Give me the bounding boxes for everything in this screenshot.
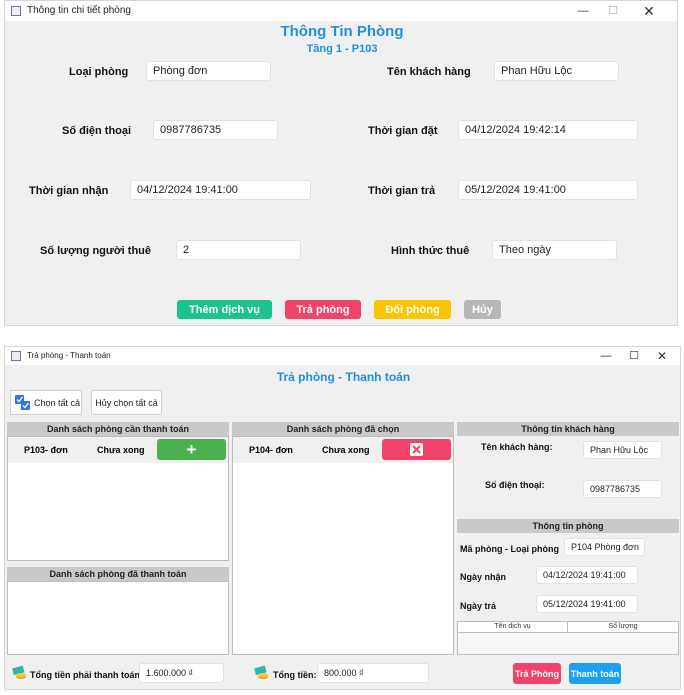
phone-field[interactable]: 0987786735 bbox=[153, 120, 278, 140]
pending-rooms-header: Danh sách phòng cần thanh toán bbox=[7, 422, 229, 436]
paid-rooms-list bbox=[7, 581, 229, 655]
money-icon bbox=[254, 665, 270, 686]
room-code: P104- đơn bbox=[249, 445, 293, 455]
customer-name-label: Tên khách hàng: bbox=[481, 442, 553, 452]
checkbox-icon bbox=[14, 394, 31, 411]
room-code-field[interactable]: P104 Phòng đơn bbox=[564, 538, 645, 556]
checkin-time-field[interactable]: 04/12/2024 19:41:00 bbox=[130, 180, 311, 200]
close-icon[interactable]: ✕ bbox=[648, 347, 676, 365]
checkout-time-label: Thời gian trả bbox=[368, 185, 436, 197]
must-pay-field[interactable]: 1.600.000 ₫ bbox=[139, 663, 224, 683]
deselect-all-button[interactable]: Hủy chọn tất cả bbox=[91, 390, 162, 415]
customer-name-label: Tên khách hàng bbox=[387, 66, 471, 78]
booking-time-label: Thời gian đặt bbox=[368, 125, 438, 137]
rent-type-field[interactable]: Theo ngày bbox=[492, 240, 617, 260]
total-label: Tổng tiền: bbox=[273, 670, 317, 680]
customer-phone-label: Số điện thoại: bbox=[485, 480, 545, 490]
add-service-button[interactable]: Thêm dịch vụ bbox=[177, 300, 272, 319]
room-info-header: Thông tin phòng bbox=[457, 519, 679, 533]
services-table: Tên dịch vụ Số lượng bbox=[457, 621, 679, 655]
room-detail-window: Thông tin chi tiết phòng — ☐ ✕ Thông Tin… bbox=[4, 0, 678, 326]
add-room-button[interactable]: + bbox=[157, 439, 226, 460]
room-status: Chưa xong bbox=[322, 445, 370, 455]
selected-rooms-header: Danh sách phòng đã chọn bbox=[232, 422, 454, 436]
page-title: Trả phòng - Thanh toán bbox=[276, 370, 411, 384]
paid-rooms-header: Danh sách phòng đã thanh toán bbox=[7, 567, 229, 581]
payment-window: Trả phòng - Thanh toán — ☐ ✕ Trả phòng -… bbox=[4, 346, 681, 690]
remove-room-button[interactable] bbox=[382, 439, 451, 460]
guest-count-label: Số lượng người thuê bbox=[40, 245, 152, 257]
page-title: Thông Tin Phòng bbox=[280, 23, 404, 40]
pay-button[interactable]: Thanh toán bbox=[569, 663, 621, 684]
room-code-label: Mã phòng - Loại phòng bbox=[460, 544, 559, 554]
checkout-button[interactable]: Trả phòng bbox=[285, 300, 361, 319]
room-detail-titlebar: Thông tin chi tiết phòng — ☐ ✕ bbox=[5, 1, 677, 21]
booking-time-field[interactable]: 04/12/2024 19:42:14 bbox=[458, 120, 638, 140]
minimize-icon[interactable]: — bbox=[569, 1, 597, 21]
plus-icon: + bbox=[186, 439, 197, 459]
close-icon bbox=[410, 443, 423, 456]
checkin-time-label: Thời gian nhận bbox=[29, 185, 109, 197]
payment-titlebar: Trả phòng - Thanh toán — ☐ ✕ bbox=[5, 347, 680, 365]
minimize-icon[interactable]: — bbox=[592, 347, 620, 365]
customer-name-field[interactable]: Phan Hữu Lộc bbox=[583, 441, 662, 459]
column-quantity: Số lượng bbox=[608, 623, 638, 630]
checkout-date-label: Ngày trả bbox=[460, 601, 497, 611]
room-type-field[interactable]: Phòng đơn bbox=[146, 61, 271, 81]
checkin-date-label: Ngày nhận bbox=[460, 572, 507, 582]
room-type-label: Loại phòng bbox=[69, 66, 129, 78]
list-item[interactable]: P104- đơn Chưa xong bbox=[233, 437, 453, 463]
money-icon bbox=[12, 665, 28, 686]
checkin-date-field[interactable]: 04/12/2024 19:41:00 bbox=[536, 566, 638, 584]
customer-phone-field[interactable]: 0987786735 bbox=[583, 480, 662, 498]
maximize-icon[interactable]: ☐ bbox=[599, 1, 627, 21]
checkout-date-field[interactable]: 05/12/2024 19:41:00 bbox=[536, 595, 638, 613]
select-all-button[interactable]: Chọn tất cả bbox=[10, 390, 82, 415]
column-service-name: Tên dịch vụ bbox=[458, 622, 568, 632]
cancel-button[interactable]: Hủy bbox=[464, 300, 501, 319]
checkout-time-field[interactable]: 05/12/2024 19:41:00 bbox=[458, 180, 638, 200]
page-subtitle: Tầng 1 - P103 bbox=[306, 43, 378, 55]
guest-count-field[interactable]: 2 bbox=[176, 240, 301, 260]
room-code: P103- đơn bbox=[24, 445, 68, 455]
window-title: Trả phòng - Thanh toán bbox=[27, 351, 111, 360]
services-table-header: Tên dịch vụ Số lượng bbox=[458, 622, 678, 633]
app-icon bbox=[11, 351, 21, 361]
must-pay-label: Tổng tiền phải thanh toán: bbox=[30, 670, 143, 680]
return-room-button[interactable]: Trả Phòng bbox=[513, 663, 561, 684]
rent-type-label: Hình thức thuê bbox=[391, 245, 470, 257]
select-all-label: Chọn tất cả bbox=[34, 397, 81, 408]
phone-label: Số điện thoại bbox=[62, 125, 132, 137]
list-item[interactable]: P103- đơn Chưa xong + bbox=[8, 437, 228, 463]
customer-name-field[interactable]: Phan Hữu Lộc bbox=[494, 61, 619, 81]
selected-rooms-list bbox=[232, 436, 454, 655]
window-title: Thông tin chi tiết phòng bbox=[27, 5, 131, 16]
close-icon[interactable]: ✕ bbox=[635, 1, 663, 21]
maximize-icon[interactable]: ☐ bbox=[620, 347, 648, 365]
room-status: Chưa xong bbox=[97, 445, 145, 455]
change-room-button[interactable]: Đổi phòng bbox=[374, 300, 451, 319]
app-icon bbox=[11, 6, 21, 16]
customer-info-header: Thông tin khách hàng bbox=[457, 422, 679, 436]
total-field[interactable]: 800.000 ₫ bbox=[317, 663, 429, 683]
